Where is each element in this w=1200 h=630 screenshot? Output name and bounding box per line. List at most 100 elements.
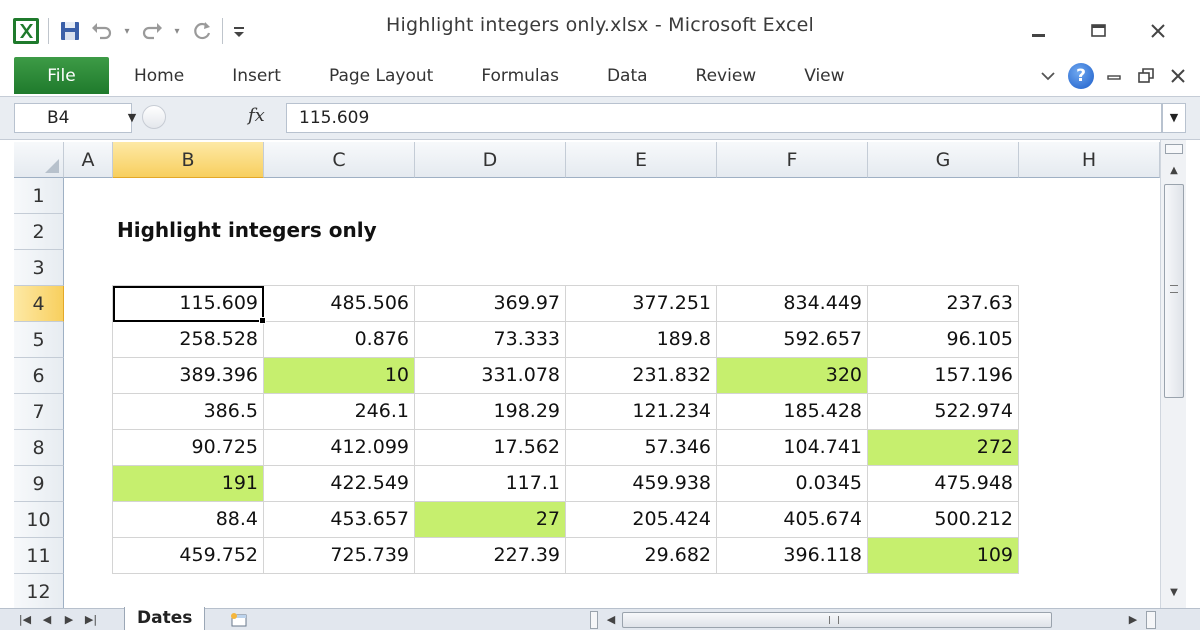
cell-e9[interactable]: 459.938 [566,466,717,502]
tab-insert[interactable]: Insert [208,56,305,96]
tab-data[interactable]: Data [583,56,672,96]
cell-f4[interactable]: 834.449 [717,286,868,322]
row-header-12[interactable]: 12 [14,574,64,610]
minimize-icon[interactable] [1010,18,1066,46]
cell-f11[interactable]: 396.118 [717,538,868,574]
name-box[interactable]: B4 ▼ [14,103,136,133]
prev-sheet-icon[interactable]: ◀ [40,611,54,629]
cell-b4[interactable]: 115.609 [113,286,264,322]
formula-bar-resize-icon[interactable] [142,105,166,129]
cell-g5[interactable]: 96.105 [868,322,1019,358]
cell-d10[interactable]: 27 [415,502,566,538]
column-header-f[interactable]: F [717,142,868,178]
cell-e11[interactable]: 29.682 [566,538,717,574]
cell-b10[interactable]: 88.4 [113,502,264,538]
cell-f10[interactable]: 405.674 [717,502,868,538]
vertical-scrollbar[interactable]: ▲ ▼ [1160,140,1186,608]
cell-c10[interactable]: 453.657 [264,502,415,538]
cell-d9[interactable]: 117.1 [415,466,566,502]
cell-e5[interactable]: 189.8 [566,322,717,358]
fill-handle[interactable] [259,317,266,324]
row-header-3[interactable]: 3 [14,250,64,286]
help-icon[interactable]: ? [1068,63,1094,89]
cell-g4[interactable]: 237.63 [868,286,1019,322]
horizontal-split-box[interactable] [1146,611,1156,629]
cell-c4[interactable]: 485.506 [264,286,415,322]
tab-formulas[interactable]: Formulas [457,56,583,96]
cell-b9[interactable]: 191 [113,466,264,502]
row-header-5[interactable]: 5 [14,322,64,358]
tab-split-box[interactable] [590,611,598,629]
row-header-8[interactable]: 8 [14,430,64,466]
cell-e10[interactable]: 205.424 [566,502,717,538]
row-header-9[interactable]: 9 [14,466,64,502]
cell-g10[interactable]: 500.212 [868,502,1019,538]
cell-c9[interactable]: 422.549 [264,466,415,502]
cell-f8[interactable]: 104.741 [717,430,868,466]
cell-f9[interactable]: 0.0345 [717,466,868,502]
cell-c7[interactable]: 246.1 [264,394,415,430]
column-header-b[interactable]: B [113,142,264,178]
column-header-e[interactable]: E [566,142,717,178]
cell-g9[interactable]: 475.948 [868,466,1019,502]
cell-e4[interactable]: 377.251 [566,286,717,322]
sheet-title[interactable]: Highlight integers only [117,218,377,242]
row-header-6[interactable]: 6 [14,358,64,394]
cell-d4[interactable]: 369.97 [415,286,566,322]
column-header-g[interactable]: G [868,142,1019,178]
restore-icon[interactable] [1070,18,1126,46]
row-header-1[interactable]: 1 [14,178,64,214]
insert-function-icon[interactable]: fx [248,105,265,126]
minimize-ribbon-icon[interactable] [1036,64,1060,88]
cell-e8[interactable]: 57.346 [566,430,717,466]
workbook-minimize-icon[interactable] [1102,64,1126,88]
scroll-down-icon[interactable]: ▼ [1165,584,1183,602]
column-header-d[interactable]: D [415,142,566,178]
cell-b5[interactable]: 258.528 [113,322,264,358]
cell-g11[interactable]: 109 [868,538,1019,574]
row-header-2[interactable]: 2 [14,214,64,250]
scroll-up-icon[interactable]: ▲ [1165,162,1183,180]
vertical-scroll-thumb[interactable] [1164,184,1184,398]
expand-formula-bar-icon[interactable]: ▼ [1162,103,1186,133]
cell-g8[interactable]: 272 [868,430,1019,466]
cell-c6[interactable]: 10 [264,358,415,394]
tab-home[interactable]: Home [110,56,208,96]
cell-g6[interactable]: 157.196 [868,358,1019,394]
workbook-restore-icon[interactable] [1134,64,1158,88]
row-header-11[interactable]: 11 [14,538,64,574]
row-header-4[interactable]: 4 [14,286,64,322]
cell-e7[interactable]: 121.234 [566,394,717,430]
cell-b8[interactable]: 90.725 [113,430,264,466]
last-sheet-icon[interactable]: ▶| [84,611,98,629]
split-box[interactable] [1165,144,1183,154]
workbook-close-icon[interactable] [1166,64,1190,88]
cell-c8[interactable]: 412.099 [264,430,415,466]
scroll-left-icon[interactable]: ◀ [604,611,618,629]
select-all-button[interactable] [14,142,64,178]
tab-review[interactable]: Review [672,56,781,96]
tab-page-layout[interactable]: Page Layout [305,56,457,96]
scroll-right-icon[interactable]: ▶ [1126,611,1140,629]
cell-f6[interactable]: 320 [717,358,868,394]
row-header-10[interactable]: 10 [14,502,64,538]
cell-b6[interactable]: 389.396 [113,358,264,394]
horizontal-scroll-thumb[interactable] [622,612,1052,628]
cell-d6[interactable]: 331.078 [415,358,566,394]
cell-b11[interactable]: 459.752 [113,538,264,574]
insert-sheet-icon[interactable] [228,610,252,630]
tab-view[interactable]: View [780,56,868,96]
column-header-h[interactable]: H [1019,142,1160,178]
cell-d5[interactable]: 73.333 [415,322,566,358]
cell-c11[interactable]: 725.739 [264,538,415,574]
column-header-a[interactable]: A [64,142,113,178]
next-sheet-icon[interactable]: ▶ [62,611,76,629]
row-header-7[interactable]: 7 [14,394,64,430]
first-sheet-icon[interactable]: |◀ [18,611,32,629]
close-icon[interactable] [1130,18,1186,46]
cell-e6[interactable]: 231.832 [566,358,717,394]
cell-d8[interactable]: 17.562 [415,430,566,466]
column-header-c[interactable]: C [264,142,415,178]
formula-input[interactable]: 115.609 [286,103,1162,133]
file-tab[interactable]: File [14,57,109,94]
